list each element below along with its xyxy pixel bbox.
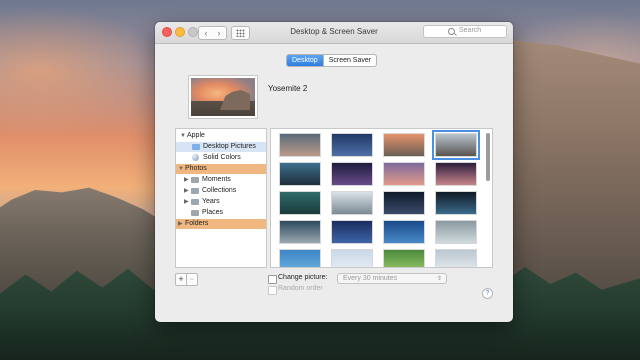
folder-icon (191, 188, 199, 194)
sidebar-item-collections[interactable]: ▶ Collections (176, 186, 266, 196)
folder-icon (192, 144, 200, 150)
title-bar: ‹ › Desktop & Screen Saver Search (155, 22, 513, 44)
help-button[interactable]: ? (482, 288, 493, 299)
wallpaper-thumbnail[interactable] (279, 220, 321, 244)
disclosure-triangle-open-icon[interactable]: ▼ (180, 131, 186, 141)
wallpaper-thumbnail[interactable] (279, 249, 321, 267)
preferences-window: ‹ › Desktop & Screen Saver Search Deskto… (155, 22, 513, 322)
wallpaper-thumbnail[interactable] (331, 191, 373, 215)
popup-arrows-icon: ⇕ (436, 276, 442, 282)
sidebar-group-apple[interactable]: ▼ Apple (176, 131, 266, 141)
change-interval-popup[interactable]: Every 30 minutes ⇕ (337, 273, 447, 284)
search-icon (448, 28, 455, 35)
disclosure-triangle-open-icon[interactable]: ▼ (178, 164, 184, 174)
wallpaper-thumbnail[interactable] (383, 162, 425, 186)
sidebar-item-label: Places (202, 209, 224, 216)
sidebar-item-places[interactable]: Places (176, 208, 266, 218)
wallpaper-thumbnail[interactable] (383, 249, 425, 267)
sidebar-item-years[interactable]: ▶ Years (176, 197, 266, 207)
wallpaper-thumbnail[interactable] (331, 162, 373, 186)
remove-folder-button[interactable]: − (186, 274, 197, 285)
interval-value: Every 30 minutes (343, 275, 398, 282)
wallpaper-grid (270, 128, 493, 268)
add-folder-button[interactable]: + (176, 274, 186, 285)
sidebar-group-label: Apple (187, 132, 205, 139)
wallpaper-thumbnail[interactable] (435, 162, 477, 186)
folder-icon (191, 199, 199, 205)
wallpaper-thumbnail[interactable] (383, 133, 425, 157)
sidebar-group-folders[interactable]: ▶ Folders (176, 219, 266, 229)
sidebar-item-solid-colors[interactable]: Solid Colors (176, 153, 266, 163)
change-picture-label: Change picture: (278, 274, 328, 281)
pane-segmented-control: Desktop Screen Saver (286, 54, 378, 67)
sidebar-item-label: Solid Colors (203, 154, 241, 161)
random-order-checkbox[interactable] (268, 286, 277, 295)
preview-image (191, 78, 255, 116)
tab-screen-saver[interactable]: Screen Saver (322, 55, 376, 66)
sidebar-group-label: Photos (185, 165, 207, 172)
wallpaper-thumbnail[interactable] (331, 220, 373, 244)
disclosure-triangle-closed-icon[interactable]: ▶ (184, 186, 189, 196)
disclosure-triangle-closed-icon[interactable]: ▶ (184, 175, 189, 185)
sidebar-item-label: Years (202, 198, 220, 205)
wallpaper-thumbnail[interactable] (435, 191, 477, 215)
sidebar-item-label: Moments (202, 176, 231, 183)
disclosure-triangle-closed-icon[interactable]: ▶ (184, 197, 189, 207)
tab-desktop[interactable]: Desktop (287, 55, 323, 66)
random-order-label: Random order (278, 285, 323, 292)
wallpaper-thumbnail[interactable] (435, 249, 477, 267)
wallpaper-thumbnail[interactable] (383, 191, 425, 215)
sidebar-group-photos[interactable]: ▼ Photos (176, 164, 266, 174)
folder-icon (191, 210, 199, 216)
wallpaper-thumbnail[interactable] (331, 133, 373, 157)
vertical-scrollbar[interactable] (486, 133, 490, 181)
wallpaper-thumbnail[interactable] (279, 133, 321, 157)
sidebar-item-desktop-pictures[interactable]: Desktop Pictures (176, 142, 266, 152)
search-field[interactable]: Search (423, 25, 507, 38)
source-list: ▼ Apple Desktop Pictures Solid Colors ▼ … (175, 128, 267, 268)
wallpaper-thumbnail[interactable] (331, 249, 373, 267)
color-ball-icon (192, 154, 199, 161)
folder-icon (191, 177, 199, 183)
disclosure-triangle-closed-icon[interactable]: ▶ (178, 219, 183, 229)
search-placeholder: Search (459, 27, 482, 34)
add-remove-folder-control: + − (175, 273, 198, 286)
current-wallpaper-name: Yosemite 2 (268, 84, 308, 93)
wallpaper-thumbnail[interactable] (435, 220, 477, 244)
sidebar-item-label: Desktop Pictures (203, 143, 256, 150)
wallpaper-thumbnail[interactable] (279, 162, 321, 186)
sidebar-group-label: Folders (185, 220, 209, 227)
current-wallpaper-preview (188, 75, 258, 119)
wallpaper-thumbnail[interactable] (279, 191, 321, 215)
wallpaper-thumbnail[interactable] (383, 220, 425, 244)
sidebar-item-label: Collections (202, 187, 237, 194)
wallpaper-thumbnail[interactable] (432, 130, 480, 160)
sidebar-item-moments[interactable]: ▶ Moments (176, 175, 266, 185)
change-picture-checkbox[interactable] (268, 275, 277, 284)
